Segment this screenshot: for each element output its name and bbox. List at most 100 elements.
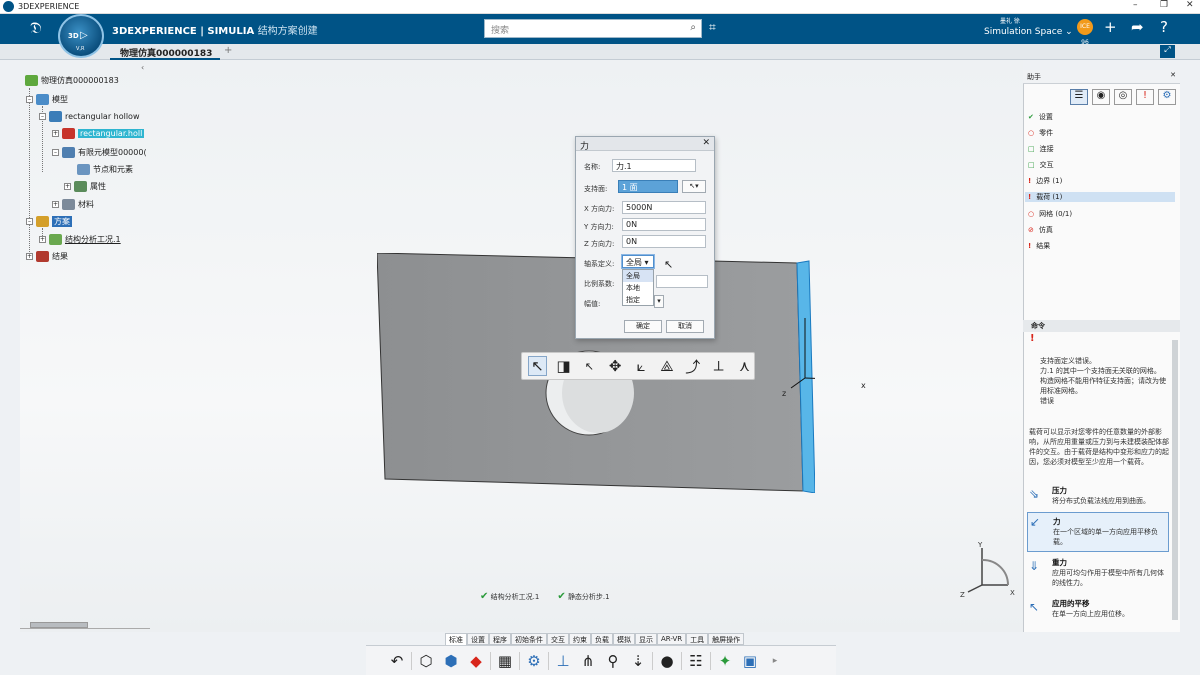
tab-restraints[interactable]: 约束 (569, 633, 591, 645)
tab-touch[interactable]: 触屏操作 (708, 633, 745, 645)
settings-icon[interactable]: ⚙ (1158, 89, 1176, 105)
face-select-icon[interactable]: ◨ (554, 357, 573, 375)
name-field[interactable]: 力.1 (612, 159, 696, 172)
tree-material[interactable]: + 材料 (52, 199, 94, 210)
part-icon[interactable]: ⬡ (415, 652, 437, 670)
tag-icon[interactable]: ⌗ (709, 20, 716, 35)
scale-field[interactable] (656, 275, 708, 288)
minimize-button[interactable]: – (1133, 0, 1138, 10)
hide-icon[interactable]: ◎ (1114, 89, 1132, 105)
fz-field[interactable]: 0N (622, 235, 706, 248)
play-icon[interactable]: ▷ (80, 30, 88, 41)
connector-icon[interactable]: ⚲ (602, 652, 624, 670)
assistant-item-simulation[interactable]: ⊘ 仿真 (1028, 225, 1053, 235)
ok-button[interactable]: 确定 (624, 320, 662, 333)
add-icon[interactable]: + (1104, 18, 1117, 36)
pointer-select-icon[interactable]: ↖ (580, 360, 599, 373)
more-icon[interactable]: ▸ (764, 656, 786, 666)
axis-option-global[interactable]: 全局 (623, 270, 653, 282)
space-selector[interactable]: Simulation Space ⌄ (984, 27, 1073, 37)
share-icon[interactable]: ➦ (1131, 18, 1144, 36)
collapse-icon[interactable]: – (39, 113, 46, 120)
assistant-item-interactions[interactable]: □ 交互 (1028, 160, 1054, 170)
support-field[interactable]: 1 面 (618, 180, 678, 193)
search-icon[interactable]: ⌕ (690, 22, 696, 33)
simulate-icon[interactable]: ✦ (714, 652, 736, 670)
axis-y-icon[interactable]: ⟁ (658, 357, 677, 375)
assistant-item-loads[interactable]: ! 载荷 (1) (1025, 192, 1175, 202)
command-pressure[interactable]: ⇘ 压力 将分布式负载法线应用到曲面。 (1027, 485, 1169, 506)
compass-widget[interactable]: 3D ▷ V,R (58, 14, 104, 58)
tab-ar-vr[interactable]: AR-VR (657, 633, 687, 645)
cancel-button[interactable]: 取消 (666, 320, 704, 333)
load-icon[interactable]: ⇣ (627, 652, 649, 670)
status-case[interactable]: ✔ 结构分析工况.1 (480, 591, 539, 602)
tab-loads[interactable]: 负载 (591, 633, 613, 645)
assistant-scrollbar[interactable] (1172, 340, 1178, 620)
amp-dropdown[interactable]: ▾ (654, 295, 664, 308)
table-icon[interactable]: ▦ (494, 652, 516, 670)
assistant-item-connections[interactable]: □ 连接 (1028, 144, 1054, 154)
expand-icon[interactable]: + (64, 183, 71, 190)
expand-icon[interactable]: ⤢ (1160, 45, 1175, 58)
command-force[interactable]: ↙ 力在一个区域的单一方向应用平移负载。 (1027, 512, 1169, 552)
list-view-icon[interactable]: ☰ (1070, 89, 1088, 105)
tab-setup[interactable]: 设置 (467, 633, 489, 645)
tree-results[interactable]: + 结果 (26, 251, 68, 262)
assistant-item-parts[interactable]: ○ 零件 (1028, 128, 1053, 138)
tree-fem[interactable]: – 有限元模型00000( (52, 147, 147, 158)
eye-icon[interactable]: ◉ (1092, 89, 1110, 105)
view-axis-robot[interactable]: Y Z X (960, 540, 1020, 600)
tab-interactions[interactable]: 交互 (547, 633, 569, 645)
command-gravity[interactable]: ⇓ 重力 应用可均匀作用于模型中所有几何体的线性力。 (1027, 557, 1169, 588)
help-icon[interactable]: ? (1160, 18, 1168, 36)
fixed-icon[interactable]: ⊥ (552, 652, 574, 670)
check-model-icon[interactable]: ▣ (739, 652, 761, 670)
axis-option-local[interactable]: 本地 (623, 282, 653, 294)
tab-initial-conditions[interactable]: 初始条件 (511, 633, 547, 645)
tab-tools[interactable]: 工具 (686, 633, 709, 645)
tree-nodes[interactable]: 节点和元素 (77, 164, 133, 175)
tree-part-child[interactable]: + rectangular.holl (52, 128, 145, 139)
collapse-icon[interactable]: – (26, 96, 33, 103)
restore-button[interactable]: ❐ (1160, 0, 1168, 10)
status-step[interactable]: ✔ 静态分析步.1 (557, 591, 609, 602)
tab-display[interactable]: 显示 (635, 633, 657, 645)
mesh-icon[interactable]: ⬢ (440, 652, 462, 670)
fy-field[interactable]: 0N (622, 218, 706, 231)
close-icon[interactable]: ✕ (702, 138, 710, 148)
assistant-item-setup[interactable]: ✔ 设置 (1028, 112, 1053, 122)
tab-procedure[interactable]: 程序 (489, 633, 511, 645)
tree-model[interactable]: – 模型 (26, 94, 68, 105)
results-color-icon[interactable]: ◆ (465, 652, 487, 670)
tab-simulate[interactable]: 模拟 (613, 633, 635, 645)
sphere-icon[interactable]: ● (656, 652, 678, 670)
tree-props[interactable]: + 属性 (64, 181, 106, 192)
expand-icon[interactable]: + (39, 236, 46, 243)
list-icon[interactable]: ☷ (685, 652, 707, 670)
avatar[interactable]: ICE 96 (1077, 19, 1093, 46)
add-tab-icon[interactable]: + (224, 45, 232, 56)
tab-standard[interactable]: 标准 (445, 633, 467, 645)
expand-icon[interactable]: + (52, 130, 59, 137)
axis-option-specified[interactable]: 指定 (623, 294, 653, 306)
assistant-item-mesh[interactable]: ○ 网格 (0/1) (1028, 209, 1072, 219)
support-picker-button[interactable]: ↖▾ (682, 180, 706, 193)
tree-root[interactable]: 物理仿真000000183 (25, 75, 119, 86)
alert-icon[interactable]: ! (1136, 89, 1154, 105)
close-window-button[interactable]: ✕ (1186, 0, 1194, 10)
undo-icon[interactable]: ↶ (386, 652, 408, 670)
assistant-item-boundary[interactable]: ! 边界 (1) (1028, 176, 1062, 186)
collapse-icon[interactable]: – (52, 149, 59, 156)
command-translation[interactable]: ↖ 应用的平移 在单一方向上应用位移。 (1027, 598, 1169, 619)
restraint-icon[interactable]: ⋔ (577, 652, 599, 670)
collapse-icon[interactable]: – (26, 218, 33, 225)
close-icon[interactable]: ✕ (1170, 71, 1176, 79)
axis-select[interactable]: 全局 ▾ (622, 255, 654, 268)
expand-icon[interactable]: + (26, 253, 33, 260)
axis-xyz-icon[interactable]: ⟀ (632, 357, 651, 375)
axis-rotate-icon[interactable]: ⤴ (683, 356, 702, 377)
search-input[interactable]: 搜索 ⌕ (484, 19, 702, 38)
tree-scenario[interactable]: – 方案 (26, 216, 72, 227)
tree-case[interactable]: + 结构分析工况.1 (39, 234, 121, 245)
